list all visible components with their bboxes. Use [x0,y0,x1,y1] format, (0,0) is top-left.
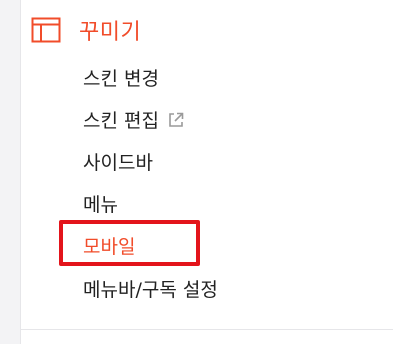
section-divider [21,329,393,330]
menu-item-skin-edit[interactable]: 스킨 편집 [83,106,185,133]
menu-item-menu[interactable]: 메뉴 [83,190,118,217]
menu-item-menubar-subscribe-settings[interactable]: 메뉴바/구독 설정 [83,275,218,302]
menu-item-label: 사이드바 [83,152,153,174]
menu-item-sidebar[interactable]: 사이드바 [83,148,153,175]
menu-item-skin-change[interactable]: 스킨 변경 [83,64,159,91]
menu-item-label: 스킨 변경 [83,68,159,90]
layout-icon [31,17,61,43]
menu-item-label: 스킨 편집 [83,110,159,132]
menu-item-label: 메뉴바/구독 설정 [83,279,218,301]
section-title: 꾸미기 [79,20,142,45]
section-header-customize[interactable]: 꾸미기 [31,12,141,48]
menu-item-label: 메뉴 [83,194,118,216]
external-link-icon [167,111,185,129]
highlight-annotation-box [59,220,200,266]
